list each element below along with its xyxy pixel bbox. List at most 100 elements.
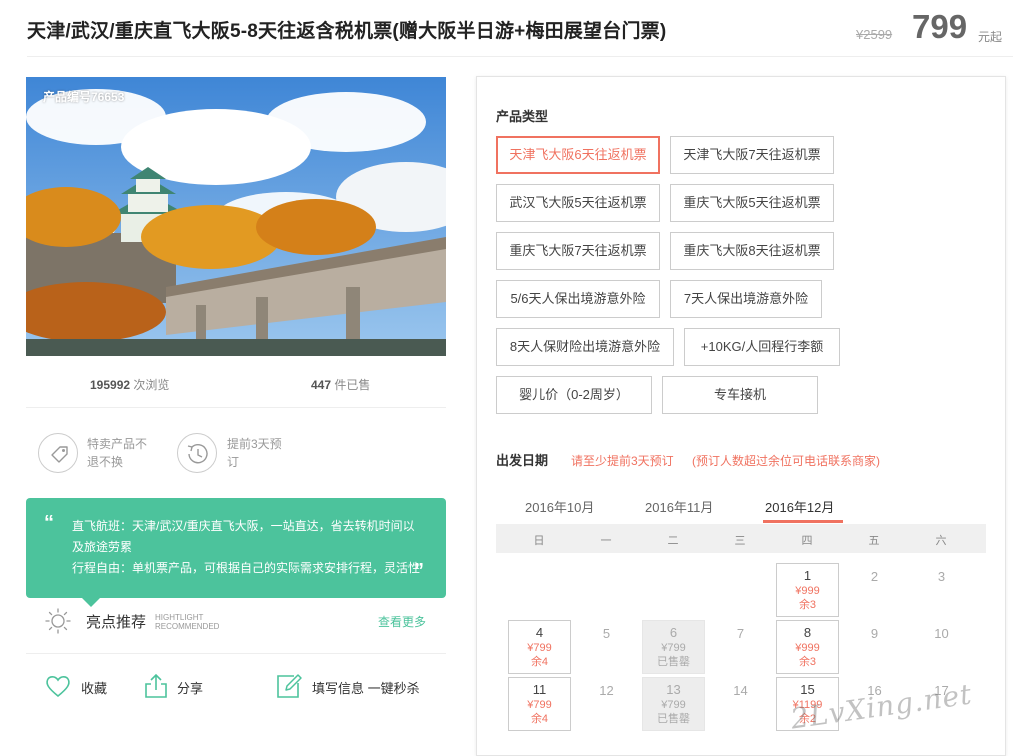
sun-icon <box>44 607 72 640</box>
calendar-day: 2 <box>843 563 906 617</box>
day-remaining: 已售罄 <box>657 656 690 668</box>
day-price: ¥799 <box>661 642 686 654</box>
day-price: ¥799 <box>527 699 552 711</box>
sold-stat: 447 件已售 <box>311 376 370 393</box>
calendar-day: 12 <box>575 677 638 731</box>
quote-line-2: 行程自由：单机票产品，可根据自己的实际需求安排行程，灵活性 <box>72 561 421 575</box>
day-price: ¥799 <box>661 699 686 711</box>
product-number: 产品编号76653 <box>43 90 125 104</box>
option-insurance-8day[interactable]: 8天人保财险出境游意外险 <box>496 328 674 366</box>
day-remaining: 已售罄 <box>657 713 690 725</box>
calendar-day-sold-out: 6 ¥799 已售罄 <box>642 620 705 674</box>
sold-count: 447 <box>311 378 332 392</box>
views-stat: 195992 次浏览 <box>90 376 169 393</box>
weekday-thu: 四 <box>801 535 813 547</box>
sold-label: 件已售 <box>334 378 371 392</box>
highlight-quote: “ 直飞航班：天津/武汉/重庆直飞大阪，一站直达，省去转机时间以及旅途劳累 行程… <box>26 498 446 607</box>
price-tag-icon <box>38 433 78 473</box>
share-icon <box>143 672 169 705</box>
active-month-indicator <box>763 520 843 523</box>
favorite-button[interactable]: 收藏 <box>44 672 114 702</box>
quote-text: 直飞航班：天津/武汉/重庆直飞大阪，一站直达，省去转机时间以及旅途劳累 行程自由… <box>72 516 422 579</box>
product-photo[interactable] <box>26 77 446 356</box>
option-chongqing-5day[interactable]: 重庆飞大阪5天往返机票 <box>670 184 834 222</box>
calendar-day: 14 <box>709 677 772 731</box>
share-label: 分享 <box>177 681 204 696</box>
day-number: 7 <box>736 626 745 641</box>
option-infant-price[interactable]: 婴儿价（0-2周岁） <box>496 376 652 414</box>
month-tab-nov[interactable]: 2016年11月 <box>645 497 713 516</box>
no-refund-note: 特卖产品不退不换 <box>87 437 148 469</box>
day-number: 5 <box>602 626 611 641</box>
option-extra-baggage[interactable]: +10KG/人回程行李额 <box>684 328 840 366</box>
day-remaining: 余3 <box>798 656 817 668</box>
day-number: 4 <box>535 625 544 640</box>
weekday-tue: 二 <box>667 535 679 547</box>
view-more-link[interactable]: 查看更多 <box>378 613 426 630</box>
heart-icon <box>44 672 72 705</box>
option-insurance-5-6day[interactable]: 5/6天人保出境游意外险 <box>496 280 660 318</box>
stats-divider <box>26 407 446 408</box>
highlights-subtitle: HIGHTLIGHT RECOMMENDED <box>155 613 219 631</box>
day-number: 3 <box>937 569 946 584</box>
views-label: 次浏览 <box>133 378 170 392</box>
highlights-subtitle-line-2: RECOMMENDED <box>155 622 220 631</box>
day-remaining: 余3 <box>798 599 817 611</box>
product-title: 天津/武汉/重庆直飞大阪5-8天往返含税机票(赠大阪半日游+梅田展望台门票) <box>27 21 667 42</box>
highlights-subtitle-line-1: HIGHTLIGHT <box>155 613 204 622</box>
day-number: 6 <box>669 625 678 640</box>
edit-form-icon <box>275 672 303 705</box>
share-button[interactable]: 分享 <box>143 672 213 702</box>
highlights-title: 亮点推荐 <box>86 614 147 631</box>
day-remaining: 余4 <box>530 656 549 668</box>
current-price: 799 <box>912 8 968 45</box>
calendar-day[interactable]: 8 ¥999 余3 <box>776 620 839 674</box>
day-number: 12 <box>599 683 614 698</box>
option-tianjin-7day[interactable]: 天津飞大阪7天往返机票 <box>670 136 834 174</box>
option-chongqing-8day[interactable]: 重庆飞大阪8天往返机票 <box>670 232 834 270</box>
clock-history-icon <box>177 433 217 473</box>
option-insurance-7day[interactable]: 7天人保出境游意外险 <box>670 280 822 318</box>
favorite-label: 收藏 <box>81 681 108 696</box>
open-quote-icon: “ <box>44 512 54 534</box>
fill-info-label: 填写信息 一键秒杀 <box>312 681 420 696</box>
calendar-day: 5 <box>575 620 638 674</box>
quote-line-1: 直飞航班：天津/武汉/重庆直飞大阪，一站直达，省去转机时间以及旅途劳累 <box>72 519 415 554</box>
calendar-day: 3 <box>910 563 973 617</box>
views-count: 195992 <box>90 378 131 392</box>
weekday-mon: 一 <box>600 535 612 547</box>
day-number: 15 <box>800 682 815 697</box>
calendar-day[interactable]: 4 ¥799 余4 <box>508 620 571 674</box>
product-type-label: 产品类型 <box>496 109 549 124</box>
day-number: 14 <box>733 683 748 698</box>
price-unit: 元起 <box>978 30 1003 44</box>
day-number: 9 <box>870 626 879 641</box>
weekday-sun: 日 <box>533 535 545 547</box>
calendar-day[interactable]: 1 ¥999 余3 <box>776 563 839 617</box>
day-remaining: 余4 <box>530 713 549 725</box>
contact-notice: (预订人数超过余位可电话联系商家) <box>692 454 880 468</box>
day-price: ¥799 <box>527 642 552 654</box>
calendar-day-sold-out: 13 ¥799 已售罄 <box>642 677 705 731</box>
fill-info-button[interactable]: 填写信息 一键秒杀 <box>275 672 435 702</box>
calendar-day[interactable]: 11 ¥799 余4 <box>508 677 571 731</box>
option-chongqing-7day[interactable]: 重庆飞大阪7天往返机票 <box>496 232 660 270</box>
weekday-wed: 三 <box>734 535 746 547</box>
calendar-day: 10 <box>910 620 973 674</box>
quote-pointer <box>82 598 100 607</box>
option-tianjin-6day[interactable]: 天津飞大阪6天往返机票 <box>496 136 660 174</box>
day-number: 10 <box>934 626 949 641</box>
day-price: ¥999 <box>795 585 820 597</box>
weekday-fri: 五 <box>868 535 880 547</box>
weekday-sat: 六 <box>935 535 947 547</box>
month-tab-oct[interactable]: 2016年10月 <box>525 497 594 516</box>
option-wuhan-5day[interactable]: 武汉飞大阪5天往返机票 <box>496 184 660 222</box>
calendar-day: 9 <box>843 620 906 674</box>
day-number: 8 <box>803 625 812 640</box>
month-tab-dec[interactable]: 2016年12月 <box>765 497 834 516</box>
day-number: 13 <box>666 682 681 697</box>
calendar-day: 7 <box>709 620 772 674</box>
highlights-divider <box>26 653 446 654</box>
option-airport-pickup[interactable]: 专车接机 <box>662 376 818 414</box>
day-price: ¥999 <box>795 642 820 654</box>
